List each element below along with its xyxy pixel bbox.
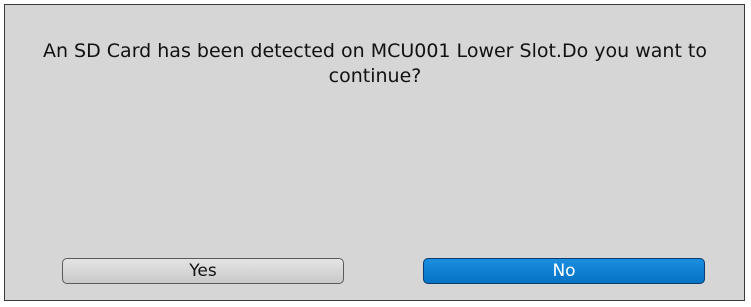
dialog-message: An SD Card has been detected on MCU001 L… — [42, 40, 708, 87]
sd-card-confirm-dialog: An SD Card has been detected on MCU001 L… — [4, 4, 745, 301]
yes-button[interactable]: Yes — [62, 258, 344, 284]
no-button[interactable]: No — [423, 258, 705, 284]
